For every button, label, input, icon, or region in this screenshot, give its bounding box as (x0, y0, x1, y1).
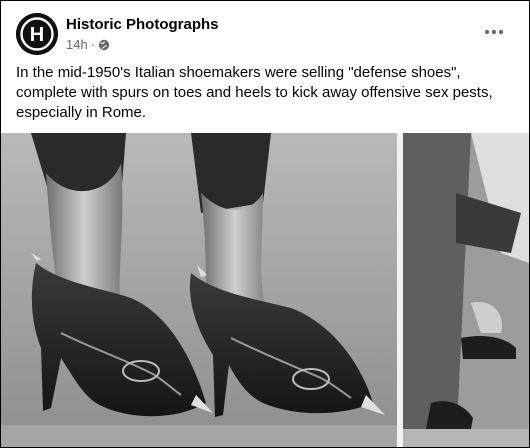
post-photo[interactable] (1, 133, 529, 447)
page-name[interactable]: Historic Photographs (66, 16, 219, 33)
post-card: H Historic Photographs 14h · In the mid-… (0, 0, 530, 448)
post-caption: In the mid-1950's Italian shoemakers wer… (16, 64, 493, 121)
more-options-button[interactable] (482, 23, 506, 41)
meta-separator: · (90, 37, 96, 52)
page-avatar[interactable]: H (16, 13, 58, 55)
vintage-photo-shoes (1, 133, 529, 447)
post-time[interactable]: 14h (66, 37, 88, 52)
post-meta: 14h · (66, 37, 110, 52)
avatar-letter: H (30, 24, 44, 46)
more-horizontal-icon (484, 29, 504, 35)
globe-icon (98, 39, 110, 50)
post-header: H Historic Photographs 14h · (16, 13, 516, 57)
avatar-logo-icon: H (16, 13, 58, 55)
